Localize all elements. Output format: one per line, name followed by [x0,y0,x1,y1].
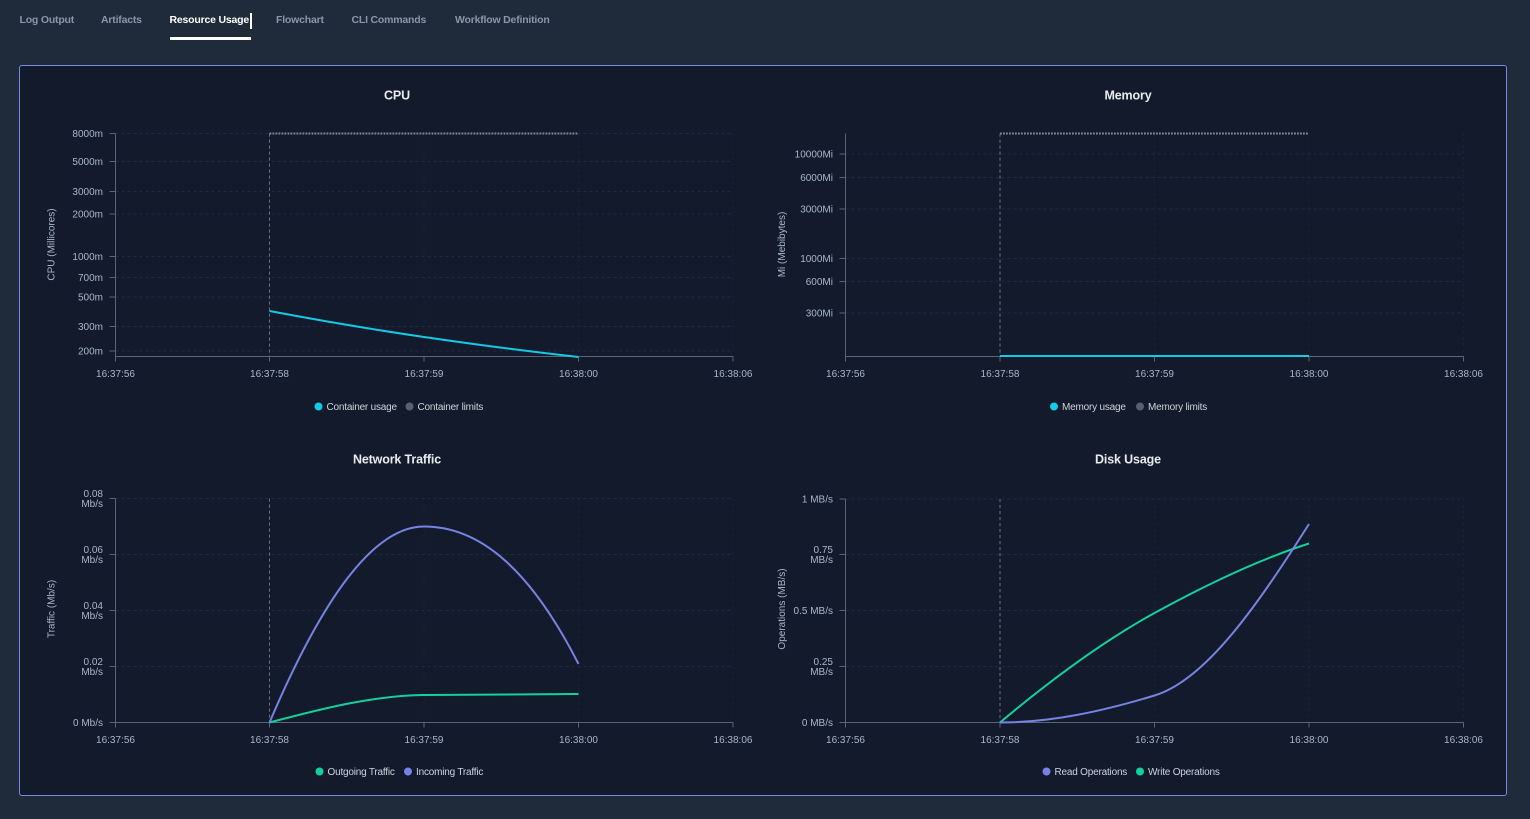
svg-text:16:37:58: 16:37:58 [981,369,1020,380]
svg-text:16:38:00: 16:38:00 [1290,369,1329,380]
svg-text:200m: 200m [78,347,103,358]
svg-text:16:37:58: 16:37:58 [981,735,1020,746]
svg-text:Incoming Traffic: Incoming Traffic [416,767,483,778]
svg-text:MB/s: MB/s [810,555,833,566]
svg-text:16:38:06: 16:38:06 [714,369,753,380]
svg-text:0 MB/s: 0 MB/s [802,718,833,729]
svg-text:1000m: 1000m [72,252,103,263]
svg-text:16:38:00: 16:38:00 [1290,735,1329,746]
svg-text:16:38:00: 16:38:00 [559,369,598,380]
svg-text:Write Operations: Write Operations [1148,767,1220,778]
svg-text:1 MB/s: 1 MB/s [802,495,833,506]
svg-text:16:38:06: 16:38:06 [714,735,753,746]
svg-text:2000m: 2000m [72,210,103,221]
svg-text:5000m: 5000m [72,157,103,168]
svg-text:16:37:59: 16:37:59 [405,369,444,380]
svg-text:700m: 700m [78,273,103,284]
svg-text:Container usage: Container usage [327,402,398,413]
svg-text:300m: 300m [78,322,103,333]
svg-text:16:38:06: 16:38:06 [1444,735,1483,746]
svg-text:Mb/s: Mb/s [81,667,103,678]
svg-text:16:37:58: 16:37:58 [250,369,289,380]
svg-text:1000Mi: 1000Mi [800,254,833,265]
svg-text:0.5 MB/s: 0.5 MB/s [794,606,833,617]
svg-text:16:38:06: 16:38:06 [1444,369,1483,380]
svg-text:16:38:00: 16:38:00 [559,735,598,746]
svg-text:Memory limits: Memory limits [1148,402,1207,413]
svg-text:16:37:59: 16:37:59 [1135,369,1174,380]
svg-text:16:37:58: 16:37:58 [250,735,289,746]
svg-text:16:37:56: 16:37:56 [96,369,135,380]
svg-text:Container limits: Container limits [418,402,484,413]
svg-text:Mb/s: Mb/s [81,611,103,622]
svg-text:Read Operations: Read Operations [1055,767,1128,778]
svg-text:Disk Usage: Disk Usage [1095,453,1161,467]
svg-text:6000Mi: 6000Mi [800,173,833,184]
svg-text:3000m: 3000m [72,187,103,198]
svg-text:16:37:59: 16:37:59 [1135,735,1174,746]
svg-text:0 Mb/s: 0 Mb/s [73,718,103,729]
svg-text:Mb/s: Mb/s [81,499,103,510]
svg-text:16:37:59: 16:37:59 [405,735,444,746]
svg-text:Network Traffic: Network Traffic [353,453,441,467]
svg-text:Traffic (Mb/s): Traffic (Mb/s) [47,580,58,638]
svg-text:500m: 500m [78,293,103,304]
svg-text:Outgoing Traffic: Outgoing Traffic [328,767,395,778]
svg-text:Memory: Memory [1104,89,1151,103]
svg-text:3000Mi: 3000Mi [800,205,833,216]
svg-text:300Mi: 300Mi [806,309,833,320]
svg-text:8000m: 8000m [72,129,103,140]
svg-text:MB/s: MB/s [810,667,833,678]
svg-text:Operations (MB/s): Operations (MB/s) [777,568,788,649]
svg-text:16:37:56: 16:37:56 [826,735,865,746]
svg-text:CPU (Millicores): CPU (Millicores) [47,208,58,280]
svg-text:Mb/s: Mb/s [81,555,103,566]
svg-text:16:37:56: 16:37:56 [96,735,135,746]
svg-text:CPU: CPU [384,89,410,103]
svg-text:Memory usage: Memory usage [1062,402,1126,413]
svg-text:600Mi: 600Mi [806,277,833,288]
svg-text:Mi (Mebibytes): Mi (Mebibytes) [777,212,788,278]
svg-text:16:37:56: 16:37:56 [826,369,865,380]
svg-text:10000Mi: 10000Mi [795,150,833,161]
